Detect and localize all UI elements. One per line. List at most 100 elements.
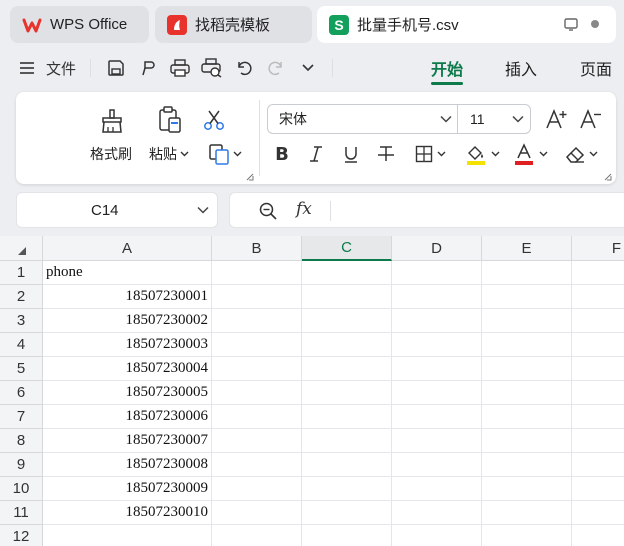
- row-header-1[interactable]: 1: [0, 261, 43, 285]
- file-menu[interactable]: 文件: [44, 48, 78, 88]
- cell-b3[interactable]: [212, 309, 302, 333]
- paste-clipboard-icon[interactable]: [155, 105, 185, 135]
- cell-a2[interactable]: 18507230001: [43, 285, 212, 309]
- row-header-8[interactable]: 8: [0, 429, 43, 453]
- cell-a5[interactable]: 18507230004: [43, 357, 212, 381]
- cell-c2[interactable]: [302, 285, 392, 309]
- cell-a1[interactable]: phone: [43, 261, 212, 285]
- cell-f11[interactable]: [572, 501, 624, 525]
- cell-a9[interactable]: 18507230008: [43, 453, 212, 477]
- chevron-down-icon[interactable]: [440, 115, 452, 123]
- cut-scissors-icon[interactable]: [202, 108, 226, 132]
- cell-a12[interactable]: [43, 525, 212, 546]
- cell-c5[interactable]: [302, 357, 392, 381]
- underline-icon[interactable]: [340, 142, 362, 166]
- font-size-value[interactable]: 11: [470, 111, 485, 127]
- format-painter-icon[interactable]: [98, 106, 126, 136]
- redo-icon[interactable]: [264, 48, 288, 88]
- cell-a11[interactable]: 18507230010: [43, 501, 212, 525]
- cell-a10[interactable]: 18507230009: [43, 477, 212, 501]
- column-header-e[interactable]: E: [482, 236, 572, 261]
- row-header-3[interactable]: 3: [0, 309, 43, 333]
- row-header-5[interactable]: 5: [0, 357, 43, 381]
- cell-a3[interactable]: 18507230002: [43, 309, 212, 333]
- cell-f5[interactable]: [572, 357, 624, 381]
- format-painter-label[interactable]: 格式刷: [90, 144, 132, 164]
- cell-b7[interactable]: [212, 405, 302, 429]
- row-header-10[interactable]: 10: [0, 477, 43, 501]
- chevron-down-icon[interactable]: [512, 115, 524, 123]
- cell-c9[interactable]: [302, 453, 392, 477]
- row-header-12[interactable]: 12: [0, 525, 43, 546]
- strikethrough-icon[interactable]: [374, 142, 398, 166]
- cell-b5[interactable]: [212, 357, 302, 381]
- cell-d4[interactable]: [392, 333, 482, 357]
- cell-d8[interactable]: [392, 429, 482, 453]
- fill-color-button[interactable]: [463, 142, 501, 166]
- cell-f9[interactable]: [572, 453, 624, 477]
- cell-f8[interactable]: [572, 429, 624, 453]
- cell-e11[interactable]: [482, 501, 572, 525]
- tab-insert[interactable]: 插入: [505, 48, 537, 88]
- cell-e4[interactable]: [482, 333, 572, 357]
- cell-a8[interactable]: 18507230007: [43, 429, 212, 453]
- cell-e1[interactable]: [482, 261, 572, 285]
- cell-f6[interactable]: [572, 381, 624, 405]
- cell-b12[interactable]: [212, 525, 302, 546]
- cell-d12[interactable]: [392, 525, 482, 546]
- cell-a6[interactable]: 18507230005: [43, 381, 212, 405]
- column-header-f[interactable]: F: [572, 236, 624, 261]
- undo-icon[interactable]: [232, 48, 256, 88]
- print-preview-icon[interactable]: [199, 48, 225, 88]
- font-color-button[interactable]: [511, 142, 549, 166]
- cell-f1[interactable]: [572, 261, 624, 285]
- more-chevron-down-icon[interactable]: [297, 48, 319, 88]
- cell-a7[interactable]: 18507230006: [43, 405, 212, 429]
- borders-button[interactable]: [412, 142, 448, 166]
- cell-e5[interactable]: [482, 357, 572, 381]
- cell-d1[interactable]: [392, 261, 482, 285]
- font-name-value[interactable]: 宋体: [279, 109, 307, 129]
- font-expand-icon[interactable]: [603, 172, 613, 182]
- copy-button[interactable]: [204, 142, 246, 166]
- cell-d10[interactable]: [392, 477, 482, 501]
- cell-e9[interactable]: [482, 453, 572, 477]
- function-fx-icon[interactable]: fx: [296, 199, 312, 219]
- cell-f3[interactable]: [572, 309, 624, 333]
- row-header-7[interactable]: 7: [0, 405, 43, 429]
- cell-b1[interactable]: [212, 261, 302, 285]
- cell-c10[interactable]: [302, 477, 392, 501]
- tab-page[interactable]: 页面: [580, 48, 612, 88]
- formula-bar[interactable]: fx: [229, 192, 624, 228]
- column-header-a[interactable]: A: [43, 236, 212, 261]
- column-header-d[interactable]: D: [392, 236, 482, 261]
- cell-d7[interactable]: [392, 405, 482, 429]
- cell-c11[interactable]: [302, 501, 392, 525]
- row-header-11[interactable]: 11: [0, 501, 43, 525]
- cell-d5[interactable]: [392, 357, 482, 381]
- select-all-corner[interactable]: [0, 236, 43, 261]
- cell-d2[interactable]: [392, 285, 482, 309]
- cell-e7[interactable]: [482, 405, 572, 429]
- cell-c12[interactable]: [302, 525, 392, 546]
- bold-icon[interactable]: B: [271, 142, 293, 166]
- cell-c8[interactable]: [302, 429, 392, 453]
- cell-c4[interactable]: [302, 333, 392, 357]
- cell-b4[interactable]: [212, 333, 302, 357]
- save-icon[interactable]: [104, 48, 128, 88]
- cell-b2[interactable]: [212, 285, 302, 309]
- cell-d9[interactable]: [392, 453, 482, 477]
- paste-button[interactable]: 粘贴: [149, 144, 189, 164]
- cell-d11[interactable]: [392, 501, 482, 525]
- row-header-4[interactable]: 4: [0, 333, 43, 357]
- decrease-font-size-icon[interactable]: [578, 106, 604, 132]
- row-header-2[interactable]: 2: [0, 285, 43, 309]
- row-header-9[interactable]: 9: [0, 453, 43, 477]
- cell-e8[interactable]: [482, 429, 572, 453]
- italic-icon[interactable]: [305, 142, 327, 166]
- clear-format-button[interactable]: [561, 142, 601, 166]
- cell-f10[interactable]: [572, 477, 624, 501]
- print-icon[interactable]: [168, 48, 192, 88]
- tab-wps-office[interactable]: WPS Office: [10, 6, 149, 43]
- increase-font-size-icon[interactable]: [544, 106, 570, 132]
